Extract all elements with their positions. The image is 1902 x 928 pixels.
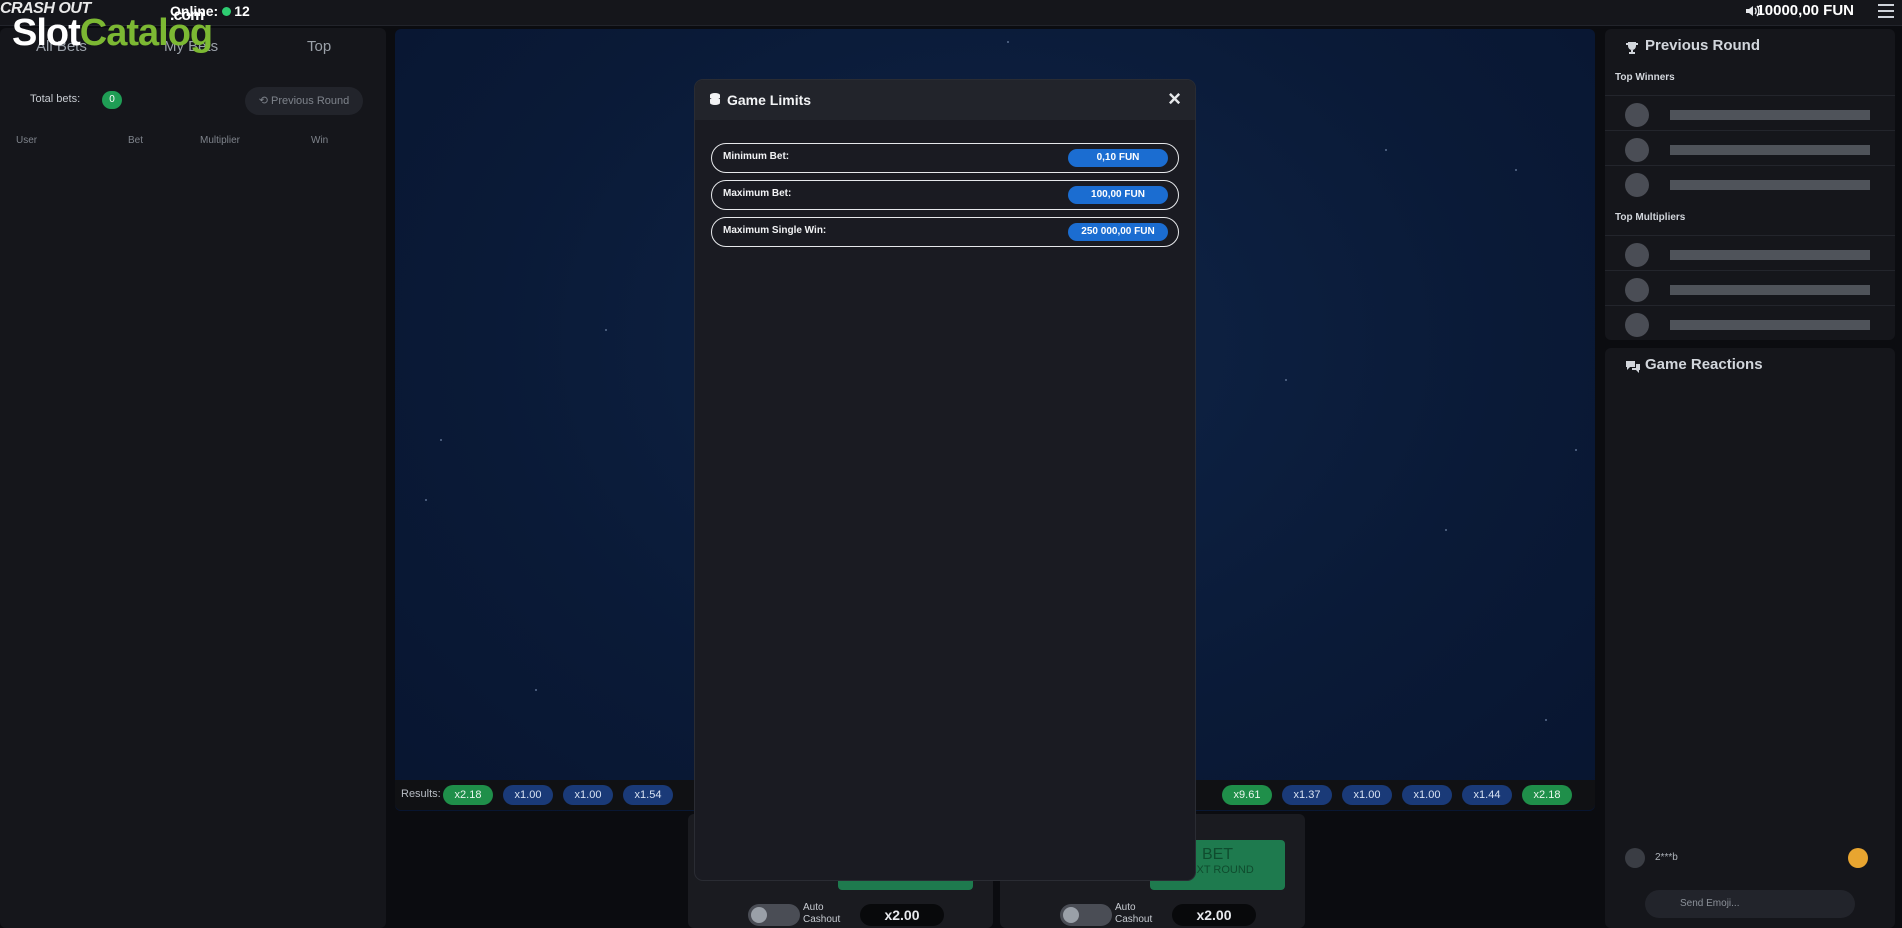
limit-row-maximum-bet: Maximum Bet: 100,00 FUN [711,180,1179,210]
avatar [1625,243,1649,267]
result-pill[interactable]: x9.61 [1222,785,1272,805]
top-multipliers-label: Top Multipliers [1615,212,1686,223]
limit-value: 250 000,00 FUN [1068,223,1168,241]
winner-row [1605,130,1895,164]
send-emoji-input[interactable]: Send Emoji... [1645,890,1855,918]
limit-label: Maximum Single Win: [723,225,827,236]
menu-icon[interactable] [1878,4,1894,18]
previous-round-button[interactable]: ⟲ Previous Round [245,87,363,115]
avatar [1625,173,1649,197]
auto-cashout-label-1: Auto Cashout [803,902,841,925]
column-user: User [16,135,38,146]
result-pill[interactable]: x2.18 [1522,785,1572,805]
bets-panel: All Bets My Bets Top Total bets: 0 ⟲ Pre… [0,28,386,928]
cashout-multiplier-2[interactable]: x2.00 [1172,904,1256,926]
close-icon[interactable]: × [1168,88,1181,110]
trophy-icon [1626,42,1638,54]
results-label: Results: [401,788,441,800]
limit-label: Minimum Bet: [723,151,790,162]
game-reactions-title: Game Reactions [1645,356,1763,373]
limit-row-maximum-single-win: Maximum Single Win: 250 000,00 FUN [711,217,1179,247]
watermark-slot: Slot [12,12,81,54]
game-reactions-panel: Game Reactions 2***b Send Emoji... [1605,348,1895,928]
previous-round-label: Previous Round [271,95,350,107]
result-pill[interactable]: x1.00 [1342,785,1392,805]
auto-cashout-toggle-2[interactable] [1060,904,1112,926]
avatar [1625,313,1649,337]
watermark-com: .com [170,7,204,24]
game-limits-modal: Game Limits × Minimum Bet: 0,10 FUN Maxi… [695,80,1195,880]
avatar [1625,103,1649,127]
result-pill[interactable]: x1.54 [623,785,673,805]
column-bet: Bet [128,135,144,146]
history-icon: ⟲ [258,95,271,107]
avatar [1625,278,1649,302]
multiplier-row [1605,305,1895,339]
online-dot-icon [222,7,232,16]
balance: 10000,00 FUN [1756,2,1854,19]
user-avatar-icon [1625,848,1645,868]
total-bets-label: Total bets: [30,93,81,105]
limit-label: Maximum Bet: [723,188,792,199]
modal-title: Game Limits [727,92,812,108]
multiplier-row [1605,270,1895,304]
top-winners-label: Top Winners [1615,72,1675,83]
result-pill[interactable]: x1.44 [1462,785,1512,805]
column-win: Win [311,135,329,146]
column-multiplier: Multiplier [200,135,241,146]
chat-icon [1626,361,1640,373]
cashout-multiplier-1[interactable]: x2.00 [860,904,944,926]
result-pill[interactable]: x1.00 [563,785,613,805]
limit-value: 0,10 FUN [1068,149,1168,167]
modal-header: Game Limits × [695,80,1195,120]
auto-cashout-label-2: Auto Cashout [1115,902,1153,925]
multiplier-row [1605,235,1895,269]
limit-row-minimum-bet: Minimum Bet: 0,10 FUN [711,143,1179,173]
slotcatalog-watermark: SlotCatalog .com [12,7,213,55]
result-pill[interactable]: x1.00 [503,785,553,805]
reaction-username: 2***b [1655,852,1678,863]
limit-value: 100,00 FUN [1068,186,1168,204]
result-pill[interactable]: x1.00 [1402,785,1452,805]
online-count: 12 [234,3,250,19]
previous-round-title: Previous Round [1645,37,1761,54]
auto-cashout-toggle-1[interactable] [748,904,800,926]
emoji-icon[interactable] [1848,848,1868,868]
winner-row [1605,165,1895,199]
previous-round-panel: Previous Round Top Winners Top Multiplie… [1605,29,1895,340]
winner-row [1605,95,1895,129]
top-bar: CRASH OUT Online: 12 10000,00 FUN [0,0,1902,26]
avatar [1625,138,1649,162]
result-pill[interactable]: x1.37 [1282,785,1332,805]
tab-top[interactable]: Top [307,38,331,55]
result-pill[interactable]: x2.18 [443,785,493,805]
coins-icon [710,93,720,105]
total-bets-badge: 0 [102,91,122,109]
